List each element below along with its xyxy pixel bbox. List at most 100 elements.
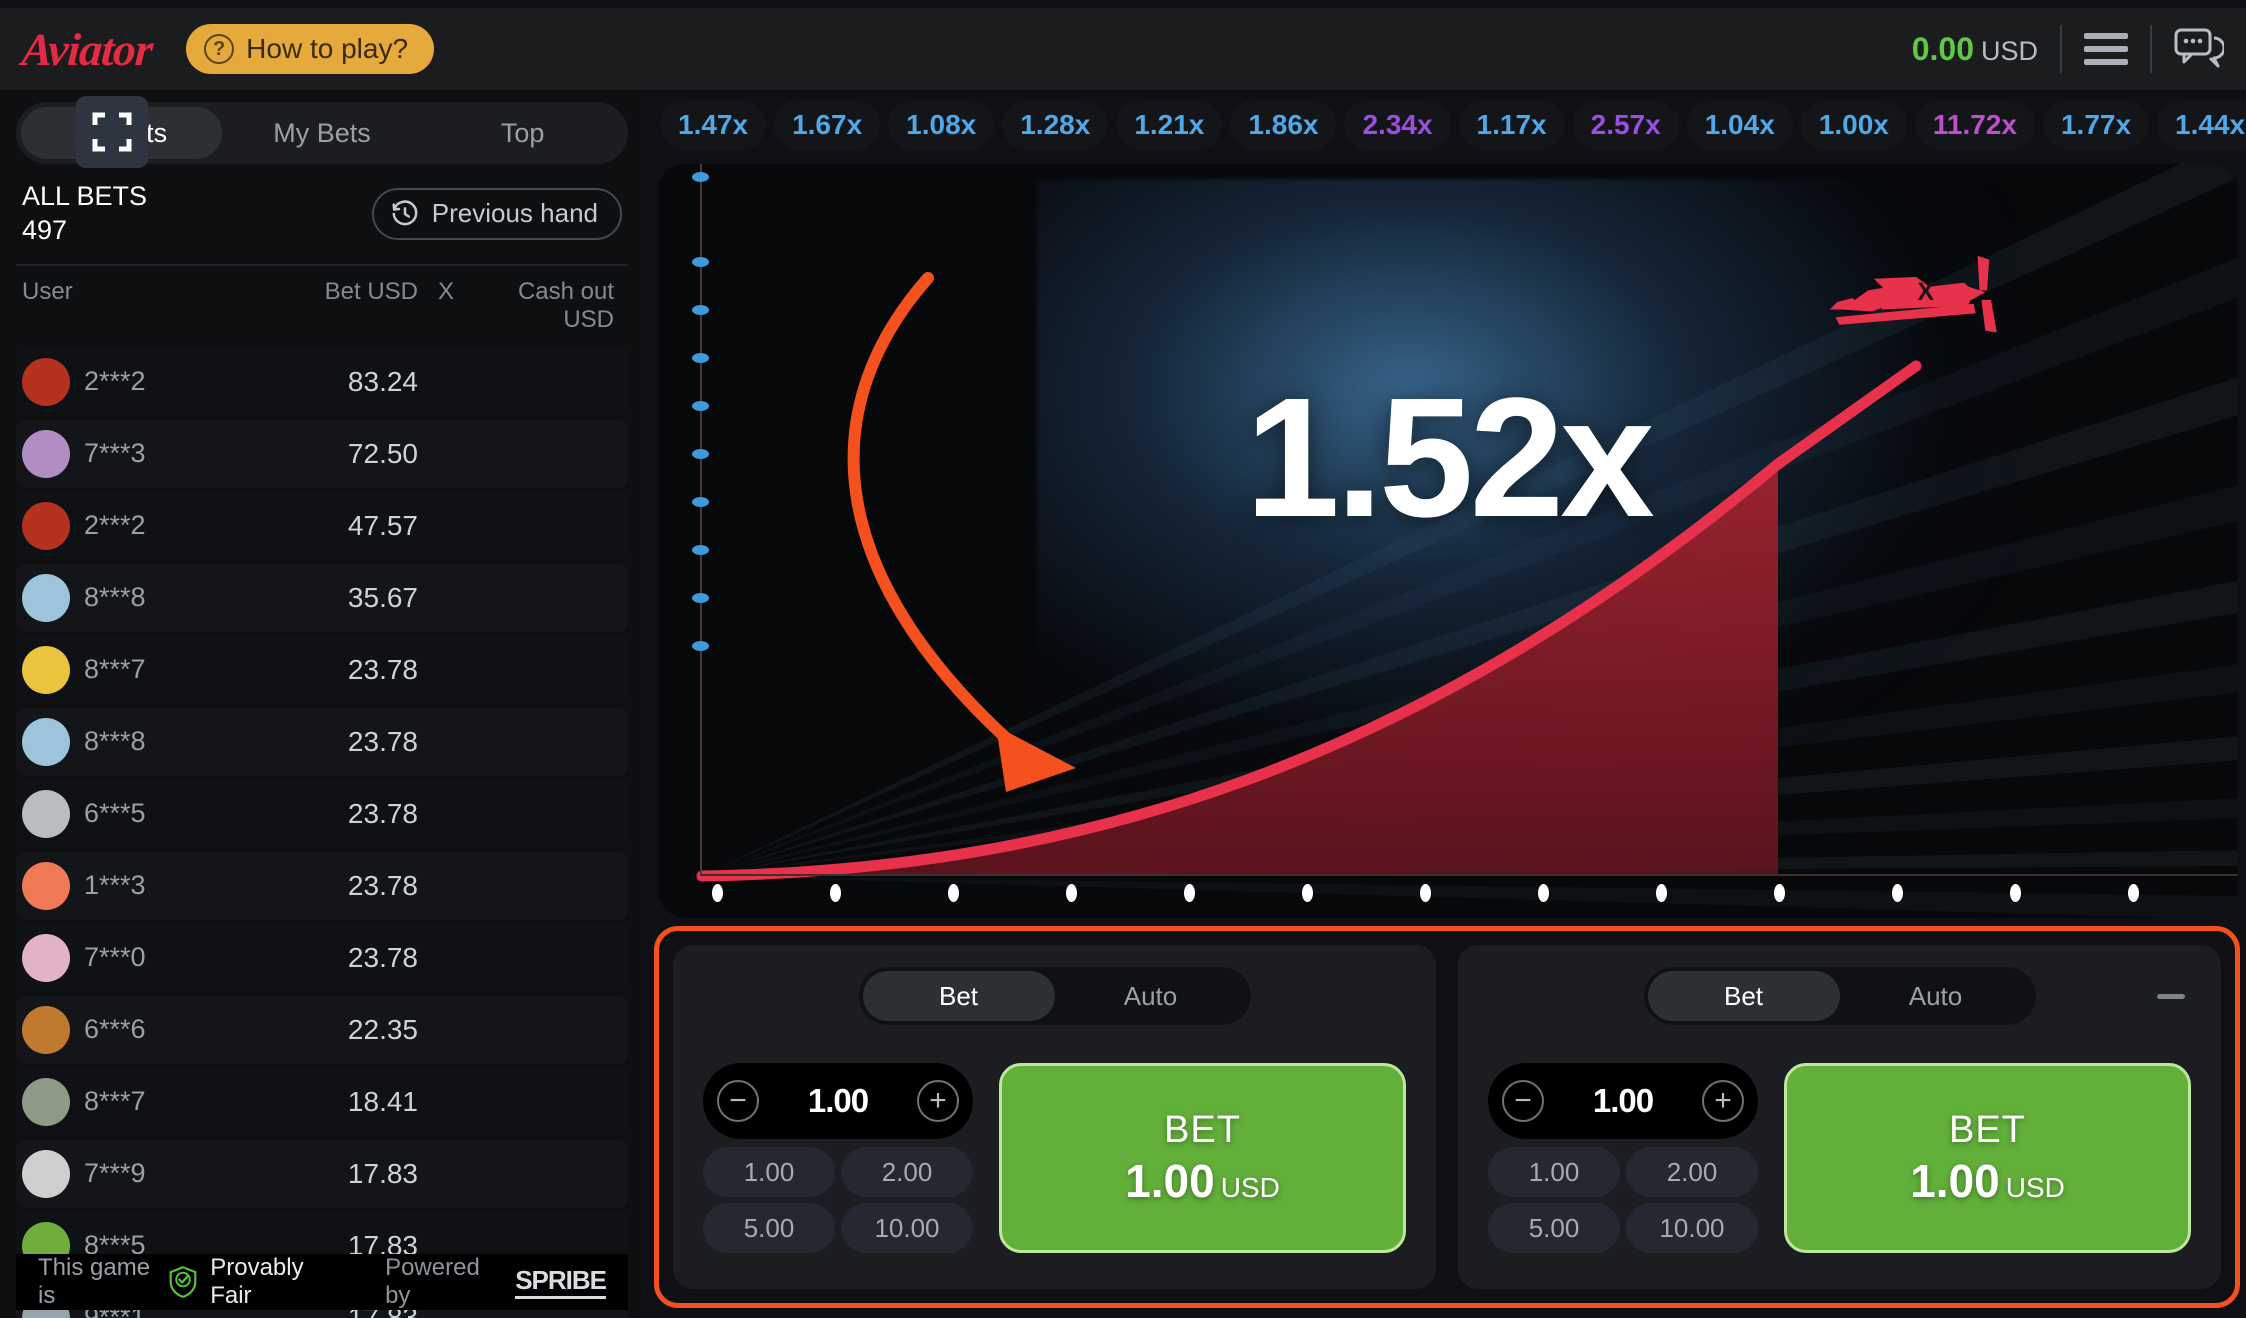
bet-mode-bet-right[interactable]: Bet xyxy=(1647,971,1840,1021)
history-chip[interactable]: 1.86x xyxy=(1230,100,1337,150)
table-row[interactable]: 8***7 23.78 xyxy=(16,635,628,704)
bet-user: 1***3 xyxy=(84,870,146,900)
quick-amount-1[interactable]: 1.00 xyxy=(1488,1147,1620,1197)
balance-currency: USD xyxy=(1980,35,2038,66)
bet-mode-auto-left[interactable]: Auto xyxy=(1055,971,1247,1021)
bet-user: 2***2 xyxy=(84,510,146,540)
bet-button-right[interactable]: BET 1.00 USD xyxy=(1784,1063,2191,1253)
table-row[interactable]: 7***9 17.83 xyxy=(16,1139,628,1208)
table-row[interactable]: 7***0 23.78 xyxy=(16,923,628,992)
multiplier-history-bar[interactable]: 1.47x 1.67x 1.08x 1.28x 1.21x 1.86x 2.34x 1.17x… xyxy=(650,94,2246,156)
bet-amount-right: 1.00 xyxy=(1910,1154,2000,1207)
history-chip[interactable]: 1.28x xyxy=(1002,100,1109,150)
bet-body-right: − 1.00 + 1.00 2.00 5.00 10.00 BET 1.00 US… xyxy=(1458,1025,2221,1253)
fullscreen-expand-icon[interactable] xyxy=(76,96,148,168)
avatar xyxy=(22,933,70,982)
y-axis-dot xyxy=(692,593,709,603)
history-chip[interactable]: 1.04x xyxy=(1686,100,1793,150)
history-chip[interactable]: 1.47x xyxy=(660,100,767,150)
history-chip[interactable]: 1.17x xyxy=(1458,100,1565,150)
game-canvas: X 1.52x xyxy=(658,164,2238,918)
table-row[interactable]: 7***3 72.50 xyxy=(16,419,628,488)
stake-value-right[interactable]: 1.00 xyxy=(1593,1082,1654,1120)
how-to-play-label: How to play? xyxy=(246,33,409,64)
minus-circle-icon[interactable]: − xyxy=(717,1080,759,1122)
table-row[interactable]: 8***8 35.67 xyxy=(16,563,628,632)
history-chip[interactable]: 1.08x xyxy=(888,100,995,150)
bets-sidebar: All Bets My Bets Top ALL BETS 497 xyxy=(0,90,644,1318)
plus-circle-icon[interactable]: + xyxy=(1701,1080,1744,1122)
stake-column-left: − 1.00 + 1.00 2.00 5.00 10.00 xyxy=(703,1063,973,1253)
shield-check-icon xyxy=(168,1266,198,1298)
bet-user: 8***7 xyxy=(84,654,146,684)
hamburger-menu-icon[interactable] xyxy=(2084,33,2128,65)
bet-user: 8***8 xyxy=(84,582,146,612)
table-row[interactable]: 8***7 18.41 xyxy=(16,1067,628,1136)
history-chip[interactable]: 11.72x xyxy=(1914,100,2035,150)
avatar xyxy=(22,357,70,406)
footer-prefix: This game is xyxy=(38,1254,151,1309)
history-chip[interactable]: 1.00x xyxy=(1800,100,1907,150)
how-to-play-button[interactable]: ? How to play? xyxy=(186,24,435,74)
bet-amount: 72.50 xyxy=(347,437,418,469)
bets-table-header: User Bet USD X Cash out USD xyxy=(16,266,628,348)
quick-amount-4[interactable]: 10.00 xyxy=(841,1203,973,1253)
table-row[interactable]: 2***2 83.24 xyxy=(16,347,628,416)
stake-stepper-left[interactable]: − 1.00 + xyxy=(703,1063,973,1139)
history-chip[interactable]: 1.77x xyxy=(2042,100,2150,150)
tab-my-bets[interactable]: My Bets xyxy=(222,107,423,159)
bet-mode-auto-right[interactable]: Auto xyxy=(1840,971,2032,1021)
quick-amount-4[interactable]: 10.00 xyxy=(1626,1203,1758,1253)
aviator-game-app: Aviator ? How to play? 0.00 USD My Bets … xyxy=(0,0,2246,1318)
chat-bubble-icon[interactable] xyxy=(2174,28,2226,70)
previous-hand-button[interactable]: Previous hand xyxy=(371,187,622,240)
quick-amount-3[interactable]: 5.00 xyxy=(1488,1203,1620,1253)
stake-stepper-right[interactable]: − 1.00 + xyxy=(1488,1063,1758,1139)
column-bet: Bet USD xyxy=(324,277,418,305)
table-row[interactable]: 8***8 23.78 xyxy=(16,707,628,776)
bet-currency-left: USD xyxy=(1220,1171,1280,1203)
quick-amounts-left: 1.00 2.00 5.00 10.00 xyxy=(703,1147,973,1253)
aviator-logo[interactable]: Aviator xyxy=(20,23,154,76)
table-row[interactable]: 2***2 47.57 xyxy=(16,491,628,560)
table-row[interactable]: 1***3 23.78 xyxy=(16,851,628,920)
x-axis-dot xyxy=(1302,884,1313,902)
table-row[interactable]: 6***6 22.35 xyxy=(16,995,628,1064)
quick-amount-3[interactable]: 5.00 xyxy=(703,1203,835,1253)
provably-fair-footer: This game is Provably Fair Powered by SP… xyxy=(16,1254,628,1310)
collapse-bet-card-button[interactable] xyxy=(2143,971,2199,1021)
history-chip[interactable]: 2.57x xyxy=(1572,100,1679,150)
history-chip[interactable]: 1.67x xyxy=(774,100,881,150)
svg-text:X: X xyxy=(1917,278,1934,306)
x-axis-dot xyxy=(2010,884,2021,902)
bet-button-amount-right: 1.00 USD xyxy=(1910,1154,2065,1208)
avatar xyxy=(22,1005,70,1054)
quick-amount-1[interactable]: 1.00 xyxy=(703,1147,835,1197)
x-axis-dot xyxy=(2128,884,2139,902)
bet-amount: 47.57 xyxy=(347,509,418,541)
current-multiplier: 1.52x xyxy=(1245,363,1654,553)
bet-mode-bet-left[interactable]: Bet xyxy=(862,971,1055,1021)
red-airplane-icon: X xyxy=(1829,255,1997,333)
bet-user: 7***9 xyxy=(84,1158,146,1188)
minus-icon xyxy=(2157,993,2185,999)
bet-button-label-left: BET xyxy=(1164,1108,1241,1151)
history-chip[interactable]: 1.21x xyxy=(1116,100,1223,150)
bet-button-left[interactable]: BET 1.00 USD xyxy=(999,1063,1406,1253)
provably-fair-label[interactable]: Provably Fair xyxy=(210,1254,333,1310)
spribe-brand[interactable]: SPRIBE xyxy=(515,1265,607,1299)
table-row[interactable]: 6***5 23.78 xyxy=(16,779,628,848)
history-clock-icon xyxy=(392,200,418,226)
tab-top[interactable]: Top xyxy=(422,107,623,159)
quick-amount-2[interactable]: 2.00 xyxy=(1626,1147,1758,1197)
y-axis-dot xyxy=(692,172,709,182)
minus-circle-icon[interactable]: − xyxy=(1502,1080,1544,1122)
stake-value-left[interactable]: 1.00 xyxy=(808,1082,869,1120)
plus-circle-icon[interactable]: + xyxy=(916,1080,959,1122)
bet-currency-right: USD xyxy=(2005,1171,2065,1203)
bet-amount: 23.78 xyxy=(347,653,418,685)
history-chip[interactable]: 1.44x xyxy=(2157,100,2246,150)
bets-list[interactable]: 2***2 83.24 7***3 72.50 2***2 47.57 8***8 35.67… xyxy=(16,347,628,1318)
quick-amount-2[interactable]: 2.00 xyxy=(841,1147,973,1197)
history-chip[interactable]: 2.34x xyxy=(1344,100,1451,150)
